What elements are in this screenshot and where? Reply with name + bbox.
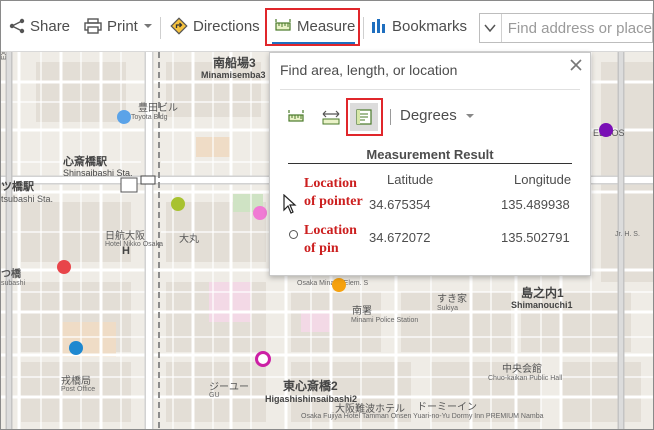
poi-marker[interactable] (69, 341, 83, 355)
distance-icon (322, 110, 340, 125)
toolbar-divider (390, 109, 391, 125)
map-label: Osaka Fujiya Hotel Tamman Onsen Yuari-no… (301, 413, 544, 420)
print-label: Print (107, 17, 138, 35)
directions-icon (170, 17, 188, 35)
pin-latitude: 34.672072 (369, 230, 431, 245)
poi-marker[interactable] (117, 110, 131, 124)
map-label: Minami Police Station (351, 317, 419, 324)
bookmarks-icon (372, 19, 385, 33)
map-label: 東心斎橋2 (283, 379, 338, 393)
poi-marker[interactable] (57, 260, 71, 274)
units-selected: Degrees (400, 107, 457, 124)
map-label: 豊田ビル (138, 103, 178, 114)
toolbar: Share Print Directions Measure Bookmarks… (1, 1, 653, 52)
share-label: Share (30, 17, 71, 35)
map-label: 南船場3 (213, 56, 256, 70)
measure-panel: Find area, length, or location Degrees M… (269, 52, 591, 276)
bookmarks-label: Bookmarks (392, 17, 468, 35)
pin-marker[interactable] (255, 351, 271, 367)
map-label: Shinsaibashi Sta. (63, 168, 133, 178)
longitude-header: Longitude (514, 172, 572, 187)
map-label: Hotel Nikko Osaka (105, 241, 163, 248)
bookmarks-button[interactable]: Bookmarks (371, 1, 467, 51)
annotation-line: Location (304, 176, 357, 191)
map-label: 日航大阪 (105, 231, 145, 242)
pin-icon (289, 230, 298, 239)
map-label: Sukiya (437, 305, 459, 312)
poi-marker[interactable] (332, 278, 346, 292)
map-label: Jr. H. S. (615, 231, 640, 238)
map-label: 中央会館 (502, 364, 542, 375)
pin-longitude: 135.502791 (501, 230, 570, 245)
measure-highlight-box (265, 8, 360, 46)
result-divider (288, 163, 572, 164)
map-label: すき家 (437, 294, 467, 305)
search-box[interactable]: Find address or place (479, 13, 653, 43)
units-dropdown[interactable]: Degrees (400, 107, 475, 124)
search-input[interactable]: Find address or place (508, 20, 652, 37)
toolbar-divider (363, 17, 364, 39)
poi-marker[interactable] (171, 197, 185, 211)
map-label: GU (209, 392, 220, 399)
area-tool-button[interactable] (282, 103, 310, 131)
map-label: ツ橋駅 (1, 181, 34, 193)
poi-marker[interactable] (253, 206, 267, 220)
directions-label: Directions (193, 17, 260, 35)
printer-icon (84, 18, 102, 34)
pin-annotation: Location of pin (304, 222, 357, 258)
panel-title: Find area, length, or location (280, 62, 458, 78)
latitude-header: Latitude (387, 172, 434, 187)
toolbar-divider (160, 17, 161, 39)
close-icon[interactable] (568, 57, 584, 73)
map-label: 心斎橋駅 (63, 156, 107, 168)
chevron-down-icon (143, 24, 152, 28)
map-label: Post Office (61, 386, 96, 393)
panel-divider (280, 89, 580, 90)
map-label: つ橋 (1, 269, 21, 280)
map-label: 戎橋局 (61, 376, 91, 387)
map-label: Minamisemba3 (201, 70, 266, 80)
map-label: H (122, 245, 130, 257)
result-title: Measurement Result (366, 147, 494, 162)
map-label: 島之内1 (521, 286, 564, 300)
area-icon (288, 110, 304, 122)
map-label: ジーユー (209, 382, 249, 393)
map-label: ドーミーイン (417, 402, 477, 413)
pointer-latitude: 34.675354 (369, 197, 431, 212)
map-label: subashi (1, 280, 26, 287)
mouse-cursor-icon (283, 194, 297, 214)
annotation-line: Location (304, 223, 357, 238)
map-label: Toyota Bldg (131, 114, 168, 121)
distance-tool-button[interactable] (317, 103, 345, 131)
location-highlight-box (346, 98, 383, 136)
annotation-line: of pointer (304, 194, 363, 209)
share-button[interactable]: Share (9, 1, 70, 51)
app-window: Share Print Directions Measure Bookmarks… (0, 0, 654, 430)
map-label: tsubashi Sta. (1, 194, 54, 204)
print-button[interactable]: Print (84, 1, 153, 51)
directions-button[interactable]: Directions (170, 1, 260, 51)
map-label: Shimanouchi1 (511, 300, 573, 310)
pointer-longitude: 135.489938 (501, 197, 570, 212)
share-icon (9, 18, 25, 34)
search-source-dropdown[interactable] (480, 14, 502, 42)
annotation-line: of pin (304, 241, 339, 256)
map-label: 大丸 (179, 234, 199, 245)
map-label: Chuo-kaikan Public Hall (488, 375, 563, 382)
pointer-annotation: Location of pointer (304, 175, 363, 211)
map-label: 南署 (352, 306, 372, 317)
poi-marker[interactable] (599, 123, 613, 137)
chevron-down-icon (465, 113, 474, 118)
chevron-down-icon (484, 24, 496, 32)
